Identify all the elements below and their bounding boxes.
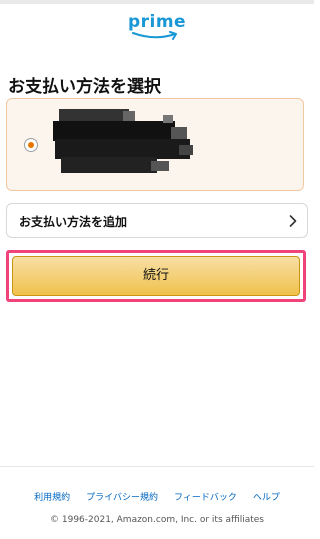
chevron-right-icon [289, 215, 297, 227]
continue-highlight: 続行 [6, 250, 306, 302]
continue-button[interactable]: 続行 [12, 256, 300, 296]
redacted-card-details [53, 109, 193, 173]
prime-logo: prime [0, 12, 314, 41]
footer-link-terms[interactable]: 利用規約 [34, 493, 70, 503]
footer-link-privacy[interactable]: プライバシー規約 [86, 493, 158, 503]
copyright-text: © 1996-2021, Amazon.com, Inc. or its aff… [50, 515, 264, 525]
smile-icon [132, 31, 177, 40]
add-payment-label: お支払い方法を追加 [19, 215, 128, 229]
logo-text: prime [127, 12, 187, 32]
top-bar [0, 0, 314, 4]
radio-selected[interactable] [24, 138, 38, 152]
footer-link-feedback[interactable]: フィードバック [174, 493, 237, 503]
footer-links: 利用規約 プライバシー規約 フィードバック ヘルプ [0, 490, 314, 503]
payment-method-option[interactable] [6, 98, 304, 191]
add-payment-method-row[interactable]: お支払い方法を追加 [6, 203, 308, 238]
footer-divider [0, 466, 314, 467]
page-title: お支払い方法を選択 [8, 77, 161, 97]
footer-link-help[interactable]: ヘルプ [253, 493, 280, 503]
